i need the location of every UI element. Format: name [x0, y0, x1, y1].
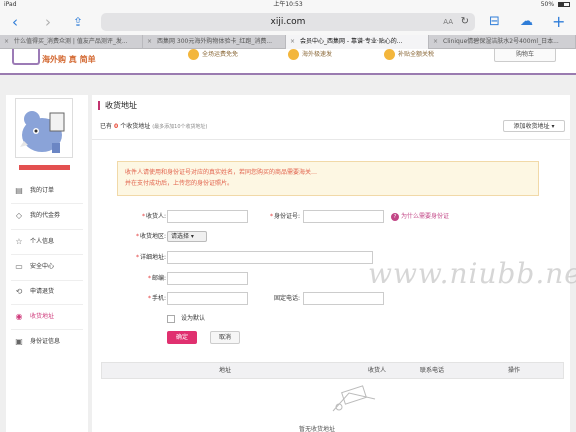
- shield-icon: ▭: [15, 262, 23, 271]
- id-card-icon: ▣: [15, 337, 23, 346]
- cart-button[interactable]: 购物车: [494, 49, 556, 62]
- close-icon[interactable]: ×: [4, 35, 9, 49]
- site-header: 海外购 真 简单 全场运费免免 海外极速发 补贴全额关税 购物车: [0, 49, 576, 75]
- feature-icon: [288, 49, 299, 60]
- address-count: 已有 0 个收货地址 (最多添加10个收货地址): [100, 123, 208, 130]
- battery-percent: 50%: [540, 1, 555, 8]
- star-icon: ☆: [15, 237, 23, 246]
- badge-logo-icon: 值: [462, 395, 480, 413]
- site-slogan: 海外购 真 简单: [42, 55, 96, 64]
- back-icon[interactable]: ‹: [12, 12, 18, 32]
- username-bar: [19, 165, 70, 170]
- watermark-badge: 值 什么值得买 SMZDM: [462, 395, 574, 417]
- url-text: xiji.com: [270, 17, 306, 27]
- col-receiver: 收货人: [368, 367, 387, 374]
- document-icon: ▤: [15, 186, 23, 195]
- battery-indicator: 50%: [541, 0, 570, 9]
- divider: [92, 139, 570, 140]
- tel-label: 固定电话:: [273, 295, 300, 302]
- receiver-label: *收货人:: [141, 213, 166, 220]
- address-bar[interactable]: xiji.com AA ↻: [101, 13, 475, 31]
- address-label: *详细地址:: [135, 254, 166, 261]
- default-checkbox[interactable]: [167, 315, 175, 323]
- divider: [11, 203, 83, 204]
- col-phone: 联系电话: [420, 367, 445, 374]
- tab-xiji-card[interactable]: × 西集网 300元海外购物体验卡_红跑_消费...: [143, 35, 286, 49]
- feature-fast-delivery: 海外极速发: [288, 49, 332, 60]
- idcard-label: *身份证号:: [269, 213, 300, 220]
- tag-icon: ◇: [15, 211, 23, 220]
- cancel-button[interactable]: 取消: [210, 331, 240, 344]
- site-logo[interactable]: [12, 49, 40, 65]
- divider: [11, 280, 83, 281]
- tab-smzdm[interactable]: × 什么值得买_消费众测 | 值友产品测评_发...: [0, 35, 143, 49]
- feature-icon: [188, 49, 199, 60]
- page-title: 收货地址: [98, 101, 137, 110]
- submit-button[interactable]: 确定: [167, 331, 197, 344]
- question-icon: ?: [391, 212, 399, 221]
- close-icon[interactable]: ×: [433, 35, 438, 49]
- idcard-help-link[interactable]: ? 为什么需要身份证: [391, 211, 449, 223]
- empty-state-text: 暂无收货地址: [299, 426, 336, 432]
- phone-label: *手机:: [147, 295, 166, 302]
- divider: [11, 304, 83, 305]
- status-bar: iPad 上午10:53 50%: [0, 0, 576, 9]
- sidebar-item-orders[interactable]: ▤ 我的订单: [6, 184, 88, 198]
- close-icon[interactable]: ×: [290, 35, 295, 49]
- tab-clinique[interactable]: × Clinique倩碧保湿洁肤水2号400ml_日本...: [429, 35, 576, 49]
- divider: [11, 254, 83, 255]
- feature-tax-subsidy: 补贴全额关税: [384, 49, 434, 60]
- clock: 上午10:53: [273, 1, 303, 8]
- region-select[interactable]: 请选择 ▾: [167, 231, 207, 242]
- forward-icon[interactable]: ›: [45, 12, 51, 32]
- phone-input[interactable]: [167, 292, 248, 305]
- address-count-number: 0: [114, 123, 119, 130]
- avatar[interactable]: [15, 98, 73, 158]
- divider: [11, 329, 83, 330]
- postcode-input[interactable]: [167, 272, 248, 285]
- location-pin-icon: ◉: [15, 312, 23, 321]
- sidebar-item-security[interactable]: ▭ 安全中心: [6, 260, 88, 274]
- share-icon[interactable]: ⇪: [73, 12, 83, 32]
- badge-domain: SMZDM: [506, 409, 529, 416]
- tab-bar: × 什么值得买_消费众测 | 值友产品测评_发... × 西集网 300元海外购…: [0, 35, 576, 49]
- reader-font-button[interactable]: AA: [443, 13, 453, 31]
- default-label: 设为默认: [181, 315, 206, 322]
- address-table-header: 地址 收货人 联系电话 操作: [101, 362, 564, 379]
- feature-free-shipping: 全场运费免免: [188, 49, 238, 60]
- reload-icon[interactable]: ↻: [461, 13, 469, 31]
- postcode-label: *邮编:: [147, 275, 166, 282]
- divider: [11, 229, 83, 230]
- receiver-input[interactable]: [167, 210, 248, 223]
- address-input[interactable]: [167, 251, 373, 264]
- sidebar-item-profile[interactable]: ☆ 个人信息: [6, 235, 88, 249]
- tab-member-center[interactable]: × 会员中心_西集网 - 靠谱·专业·贴心的...: [286, 35, 429, 49]
- feature-icon: [384, 49, 395, 60]
- book-icon[interactable]: ⊟: [489, 12, 500, 32]
- browser-toolbar: ‹ › ⇪ xiji.com AA ↻ ⊟ ☁ +: [0, 9, 576, 35]
- idcard-input[interactable]: [303, 210, 384, 223]
- region-label: *收货地区:: [135, 233, 166, 240]
- cloud-icon[interactable]: ☁: [520, 12, 533, 32]
- close-icon[interactable]: ×: [147, 35, 152, 49]
- sidebar-item-returns[interactable]: ⟲ 申请退货: [6, 285, 88, 299]
- watermark-text: www.niubb.net: [368, 257, 576, 290]
- empty-box-icon: [332, 385, 376, 412]
- sidebar-item-idcard[interactable]: ▣ 身份证信息: [6, 335, 88, 349]
- return-icon: ⟲: [15, 287, 23, 296]
- tel-input[interactable]: [303, 292, 384, 305]
- col-actions: 操作: [508, 367, 521, 374]
- battery-icon: [558, 2, 570, 7]
- add-address-button[interactable]: 添加收货地址 ▾: [503, 120, 565, 132]
- address-panel: 收货地址 已有 0 个收货地址 (最多添加10个收货地址) 添加收货地址 ▾ 收件人请…: [92, 95, 576, 432]
- badge-title: 什么值得买: [485, 396, 531, 406]
- sidebar-item-address[interactable]: ◉ 收货地址: [6, 310, 88, 324]
- notice-box: 收件人请使用和身份证号对应的真实姓名，若同您购买的商品需要海关… 并在支付成功后…: [117, 161, 539, 196]
- col-address: 地址: [219, 367, 232, 374]
- plus-icon[interactable]: +: [552, 12, 565, 32]
- member-sidebar: ▤ 我的订单 ◇ 我的代金券 ☆ 个人信息 ▭ 安全中心 ⟲ 申请退货 ◉ 收货地址 ▣ 身份…: [6, 95, 88, 432]
- sidebar-item-vouchers[interactable]: ◇ 我的代金券: [6, 209, 88, 223]
